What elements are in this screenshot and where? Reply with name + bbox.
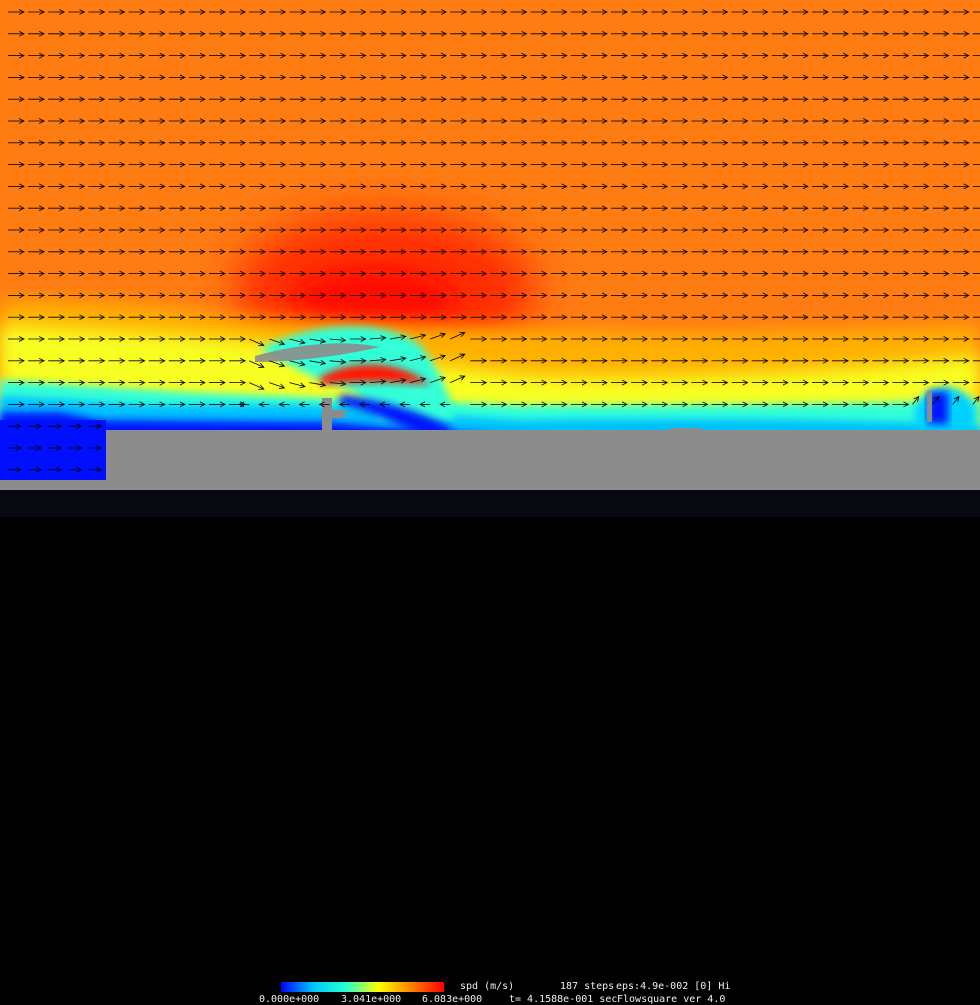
speed-contour	[0, 0, 980, 490]
sim-time: t= 4.1588e-001 sec	[509, 994, 618, 1005]
residual-eps: eps:4.9e-002 [0] Hi	[616, 981, 731, 992]
inlet-low-speed	[0, 420, 106, 480]
right-obstacle	[927, 392, 932, 422]
inlet-floor	[0, 480, 106, 490]
status-bar: spd (m/s) 187 steps eps:4.9e-002 [0] Hi …	[0, 490, 980, 1005]
colorbar-legend	[281, 982, 444, 992]
app-version: Flowsquare ver 4.0	[617, 994, 726, 1005]
ground-block	[106, 430, 980, 490]
colorbar-min-label: 0.000e+000	[259, 994, 320, 1005]
colorbar-mid-label: 3.041e+000	[341, 994, 402, 1005]
colorbar-variable-label: spd (m/s)	[460, 981, 515, 992]
step-count: 187 steps	[560, 981, 615, 992]
flow-field-view[interactable]	[0, 0, 980, 490]
colorbar-max-label: 6.083e+000	[422, 994, 483, 1005]
